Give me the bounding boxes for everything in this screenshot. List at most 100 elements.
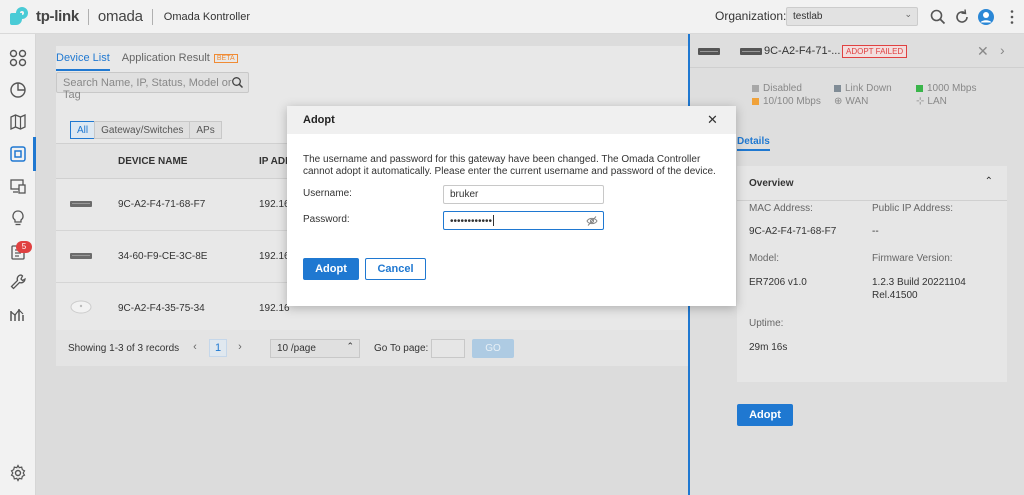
refresh-icon[interactable] (953, 8, 971, 26)
product-name: omada (97, 8, 143, 25)
username-value: bruker (450, 189, 479, 200)
prev-page-button[interactable]: ‹ (186, 339, 204, 357)
password-field[interactable]: •••••••••••• (443, 211, 604, 230)
ip-cell: 192.16 (259, 199, 290, 210)
overview-title: Overview (749, 178, 794, 189)
password-value: •••••••••••• (450, 216, 493, 227)
tab-details[interactable]: Details (737, 136, 770, 151)
detail-header: 9C-A2-F4-71-... ADOPT FAILED ✕ › (690, 34, 1024, 68)
eye-hidden-icon[interactable] (586, 215, 598, 227)
device-type-filter: All Gateway/Switches APs (70, 121, 222, 139)
column-device-name[interactable]: DEVICE NAME (118, 156, 187, 167)
page-size-value: 10 /page (277, 343, 316, 354)
next-page-button[interactable]: › (231, 339, 249, 357)
device-search-input[interactable]: Search Name, IP, Status, Model or Tag (56, 72, 249, 101)
more-vertical-icon[interactable] (1003, 8, 1021, 26)
confirm-adopt-button[interactable]: Adopt (303, 258, 359, 280)
tab-application-result[interactable]: Application Result BETA (122, 52, 238, 71)
dialog-title: Adopt (303, 114, 335, 126)
goto-page-input[interactable] (431, 339, 465, 358)
organization-label: Organization: (715, 9, 787, 23)
device-name-cell[interactable]: 9C-A2-F4-35-75-34 (118, 303, 205, 314)
settings-gear-icon[interactable] (9, 464, 27, 482)
legend-wan-label: WAN (845, 96, 869, 107)
chevron-down-icon: ⌃ (346, 341, 354, 351)
brand-divider (87, 8, 89, 25)
map-icon[interactable] (9, 113, 27, 131)
public-ip-value: -- (872, 226, 879, 237)
link-down-swatch (834, 85, 841, 92)
tab-application-result-label: Application Result (121, 52, 210, 64)
close-icon[interactable]: ✕ (707, 112, 718, 128)
firmware-label: Firmware Version: (872, 253, 953, 264)
search-icon[interactable] (929, 8, 947, 26)
legend-lan: ⊹ LAN (916, 96, 947, 107)
reports-chart-icon[interactable] (9, 305, 27, 323)
legend-wan: ⊕ WAN (834, 96, 868, 107)
text-cursor (493, 215, 495, 226)
filter-all[interactable]: All (70, 121, 96, 139)
beta-badge: BETA (213, 54, 238, 63)
divider (737, 200, 1007, 201)
dialog-header: Adopt ✕ (287, 106, 736, 134)
overview-section: Overview ⌃ MAC Address: 9C-A2-F4-71-68-F… (737, 166, 1007, 382)
chevron-right-icon[interactable]: › (1000, 42, 1005, 58)
filter-gateway-switches[interactable]: Gateway/Switches (94, 121, 191, 139)
legend-link-down-label: Link Down (845, 83, 892, 94)
go-button[interactable]: GO (472, 339, 514, 358)
search-placeholder: Search Name, IP, Status, Model or Tag (63, 77, 232, 101)
notification-badge: 5 (16, 241, 32, 253)
gbps-swatch (916, 85, 923, 92)
adopt-button[interactable]: Adopt (737, 404, 793, 426)
pagination: Showing 1-3 of 3 records ‹ 1 › 10 /page … (56, 330, 726, 366)
disabled-swatch (752, 85, 759, 92)
legend-link-down: Link Down (834, 83, 892, 94)
organization-select[interactable]: testlab ⌄ (786, 7, 918, 26)
model-label: Model: (749, 253, 780, 264)
close-icon[interactable]: ✕ (977, 43, 989, 60)
chevron-down-icon: ⌄ (904, 9, 912, 19)
cancel-button[interactable]: Cancel (365, 258, 426, 280)
model-value: ER7206 v1.0 (749, 277, 807, 288)
username-field[interactable]: bruker (443, 185, 604, 204)
detail-device-title: 9C-A2-F4-71-... (764, 45, 841, 57)
uptime-value: 29m 16s (749, 342, 788, 353)
organization-value: testlab (793, 11, 823, 22)
mac-address-value: 9C-A2-F4-71-68-F7 (749, 226, 837, 237)
device-name-cell[interactable]: 34-60-F9-CE-3C-8E (118, 251, 207, 262)
search-icon[interactable] (231, 76, 244, 89)
collapse-icon[interactable]: ⌃ (985, 176, 993, 187)
device-detail-panel: 9C-A2-F4-71-... ADOPT FAILED ✕ › Disable… (688, 34, 1024, 495)
firmware-release: Rel.41500 (872, 290, 918, 301)
status-badge: ADOPT FAILED (842, 45, 908, 58)
globe-icon: ⊕ (834, 96, 843, 107)
legend-disabled-label: Disabled (763, 83, 802, 94)
statistics-icon[interactable] (9, 81, 27, 99)
records-summary: Showing 1-3 of 3 records (68, 343, 180, 354)
gateway-device-icon (70, 201, 92, 207)
legend-100mbps: 10/100 Mbps (752, 96, 821, 107)
public-ip-label: Public IP Address: (872, 203, 953, 214)
device-name-cell[interactable]: 9C-A2-F4-71-68-F7 (118, 199, 205, 210)
legend-100mbps-label: 10/100 Mbps (763, 96, 821, 107)
dialog-message: The username and password for this gatew… (303, 154, 716, 177)
uptime-label: Uptime: (749, 318, 784, 329)
lan-icon: ⊹ (916, 96, 925, 107)
insight-bulb-icon[interactable] (9, 209, 27, 227)
tools-wrench-icon[interactable] (9, 273, 27, 291)
user-avatar-icon[interactable] (977, 8, 995, 26)
devices-icon[interactable] (9, 145, 27, 163)
legend-lan-label: LAN (927, 96, 947, 107)
firmware-value: 1.2.3 Build 20221104 (872, 277, 966, 288)
legend-disabled: Disabled (752, 83, 802, 94)
legend-1000mbps: 1000 Mbps (916, 83, 976, 94)
current-page-button[interactable]: 1 (209, 339, 227, 357)
dashboard-icon[interactable] (9, 49, 27, 67)
clients-icon[interactable] (9, 177, 27, 195)
tab-device-list[interactable]: Device List (56, 52, 110, 71)
gateway-device-icon (698, 48, 720, 55)
page-size-select[interactable]: 10 /page ⌃ (270, 339, 360, 358)
legend-1000mbps-label: 1000 Mbps (927, 83, 977, 94)
filter-aps[interactable]: APs (189, 121, 222, 139)
brand-divider (151, 8, 153, 25)
